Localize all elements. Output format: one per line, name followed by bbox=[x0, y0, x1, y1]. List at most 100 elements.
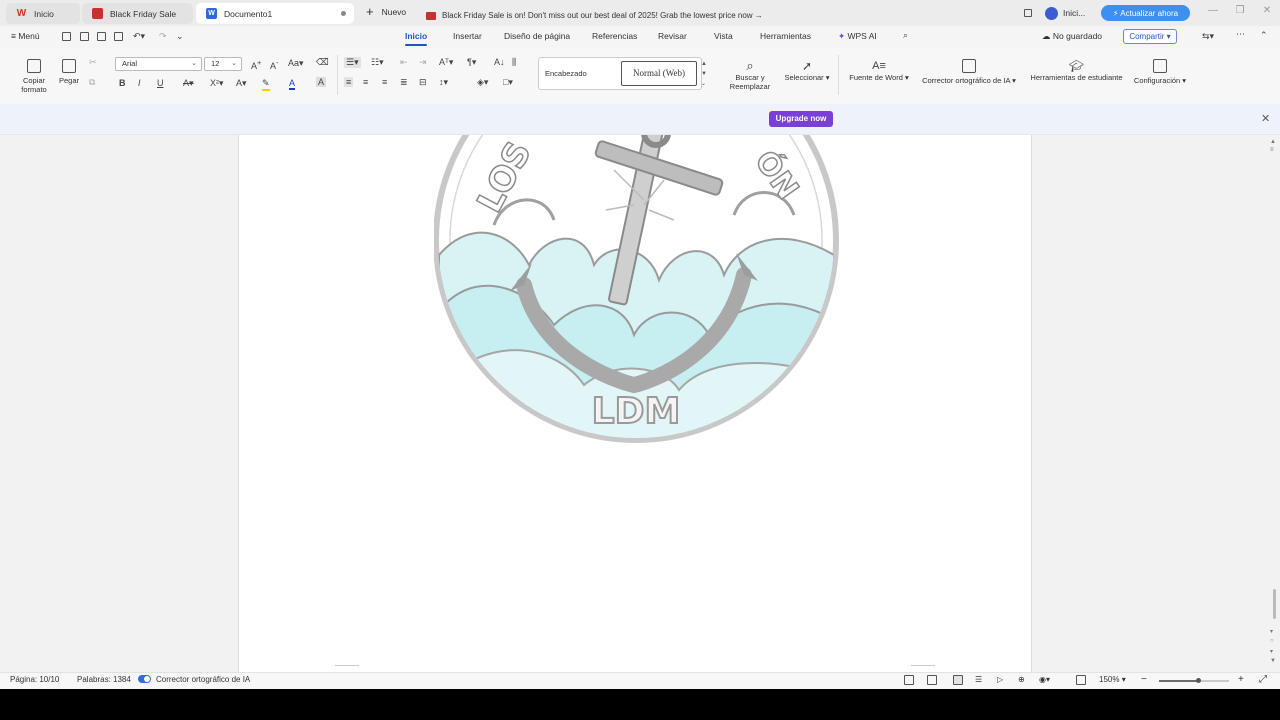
text-effect-icon[interactable]: A▾ bbox=[236, 78, 247, 89]
style-heading[interactable]: Encabezado bbox=[545, 69, 587, 78]
tab-inicio-ribbon[interactable]: Inicio bbox=[405, 31, 428, 46]
align-right-icon[interactable]: ≡ bbox=[382, 77, 387, 87]
line-spacing-text-icon[interactable]: Aᵀ▾ bbox=[439, 57, 453, 68]
undo-icon[interactable]: ↶▾ bbox=[133, 31, 145, 42]
export-icon[interactable] bbox=[80, 32, 89, 41]
select-button[interactable]: ➚ Seleccionar ▾ bbox=[782, 59, 832, 82]
font-family-select[interactable]: Arial ⌄ bbox=[115, 57, 202, 71]
share-button[interactable]: Compartir ▾ bbox=[1123, 29, 1177, 44]
browse-object-icon[interactable]: ○ bbox=[1270, 638, 1274, 644]
distributed-icon[interactable]: ⊟ bbox=[419, 77, 427, 88]
save-icon[interactable] bbox=[62, 32, 71, 41]
settings-button[interactable]: Configuración ▾ bbox=[1130, 59, 1190, 85]
redo-icon[interactable]: ↷ bbox=[159, 31, 167, 42]
scroll-up-icon[interactable]: ▲ bbox=[1270, 139, 1276, 145]
main-menu-button[interactable]: ≡ Menú bbox=[11, 31, 40, 41]
upgrade-now-top-button[interactable]: ⚡ Actualizar ahora bbox=[1101, 5, 1190, 21]
style-normal-web[interactable]: Normal (Web) bbox=[621, 61, 697, 86]
focus-mode-icon[interactable] bbox=[904, 675, 914, 685]
print-icon[interactable] bbox=[97, 32, 106, 41]
cut-icon[interactable]: ✂ bbox=[89, 57, 97, 68]
underline-button[interactable]: U bbox=[157, 78, 164, 88]
zoom-level[interactable]: 150% ▾ bbox=[1099, 675, 1126, 684]
more-quick-actions-icon[interactable]: ⌄ bbox=[176, 31, 184, 42]
ai-spell-toggle[interactable] bbox=[138, 675, 151, 683]
find-replace-button[interactable]: ⌕ Buscar y Reemplazar bbox=[726, 59, 774, 92]
align-left-icon[interactable]: ≡ bbox=[344, 77, 354, 87]
grow-font-icon[interactable]: A+ bbox=[251, 58, 261, 71]
collapse-layout-icon[interactable]: ⇆▾ bbox=[1202, 31, 1214, 42]
decrease-indent-icon[interactable]: ⇤ bbox=[400, 57, 408, 68]
scroll-down-icon[interactable]: ▼ bbox=[1270, 658, 1276, 664]
columns-icon[interactable]: ⫼ bbox=[512, 57, 516, 68]
close-banner-icon[interactable]: ✕ bbox=[1261, 112, 1270, 125]
superscript-icon[interactable]: X²▾ bbox=[210, 78, 224, 89]
read-mode-icon[interactable]: ▷ bbox=[997, 675, 1003, 684]
numbering-icon[interactable]: ☷▾ bbox=[371, 57, 384, 68]
vertical-scrollbar[interactable]: ▲ ≡ ▾ ○ ▾ ▼ bbox=[1268, 135, 1280, 672]
save-status[interactable]: ☁ No guardado bbox=[1042, 31, 1102, 42]
student-tools-button[interactable]: 🎓︎ Herramientas de estudiante bbox=[1026, 59, 1127, 82]
zoom-in-icon[interactable]: + bbox=[1238, 674, 1244, 685]
copy-format-button[interactable]: Copiar formato bbox=[18, 59, 50, 94]
font-color-icon[interactable]: A bbox=[289, 78, 296, 90]
tab-diseno-de-pagina[interactable]: Diseño de página bbox=[504, 31, 570, 41]
page-indicator[interactable]: Página: 10/10 bbox=[10, 675, 59, 684]
paste-button[interactable]: Pegar bbox=[55, 59, 83, 85]
tab-black-friday[interactable]: Black Friday Sale bbox=[82, 3, 193, 24]
ai-spell-check-button[interactable]: Corrector ortográfico de IA ▾ bbox=[916, 59, 1022, 85]
scroll-top-icon[interactable]: ≡ bbox=[1270, 147, 1274, 153]
search-icon[interactable]: ⌕ bbox=[903, 30, 908, 41]
bullets-icon[interactable]: ☰▾ bbox=[344, 57, 361, 68]
align-center-icon[interactable]: ≡ bbox=[363, 77, 368, 87]
borders-icon[interactable]: □▾ bbox=[503, 77, 513, 88]
tab-wps-ai[interactable]: ✦ WPS AI bbox=[838, 31, 877, 42]
tab-documento1[interactable]: W Documento1 bbox=[196, 3, 354, 24]
tab-revisar[interactable]: Revisar bbox=[658, 31, 687, 41]
unsaved-dot-icon[interactable] bbox=[341, 11, 346, 16]
document-page[interactable]: LOS ÓN LDM bbox=[238, 135, 1032, 672]
word-font-button[interactable]: A≡ Fuente de Word ▾ bbox=[846, 59, 912, 82]
word-count[interactable]: Palabras: 1384 bbox=[77, 675, 131, 684]
tab-vista[interactable]: Vista bbox=[714, 31, 733, 41]
tab-insertar[interactable]: Insertar bbox=[453, 31, 482, 41]
new-tab-button[interactable]: + Nuevo bbox=[366, 5, 406, 18]
shading-icon[interactable]: ◈▾ bbox=[477, 77, 488, 88]
zoom-slider-knob[interactable] bbox=[1195, 678, 1201, 683]
tab-referencias[interactable]: Referencias bbox=[592, 31, 637, 41]
paragraph-mark-icon[interactable]: ¶▾ bbox=[467, 57, 476, 68]
minimize-icon[interactable]: — bbox=[1203, 5, 1223, 21]
increase-indent-icon[interactable]: ⇥ bbox=[419, 57, 427, 68]
char-shading-icon[interactable]: A bbox=[316, 77, 327, 87]
upgrade-now-button[interactable]: Upgrade now bbox=[769, 111, 833, 127]
close-window-icon[interactable]: ✕ bbox=[1257, 5, 1277, 21]
line-spacing-icon[interactable]: ↕▾ bbox=[439, 77, 448, 88]
tab-inicio[interactable]: W Inicio bbox=[6, 3, 80, 24]
document-canvas[interactable]: LOS ÓN LDM ▲ ≡ ▾ ○ ▾ ▼ bbox=[0, 135, 1280, 672]
prev-page-icon[interactable]: ▾ bbox=[1270, 628, 1273, 635]
bold-button[interactable]: B bbox=[119, 78, 126, 88]
collapse-ribbon-icon[interactable]: ⌃ bbox=[1260, 30, 1268, 41]
page-layout-icon[interactable] bbox=[927, 675, 937, 685]
styles-scroll-icon[interactable]: ▲ ▼ ⌄ bbox=[701, 59, 707, 89]
zoom-out-icon[interactable]: − bbox=[1141, 674, 1147, 685]
print-preview-icon[interactable] bbox=[114, 32, 123, 41]
highlight-icon[interactable]: ✎ bbox=[262, 78, 270, 91]
print-layout-view-icon[interactable] bbox=[953, 675, 963, 685]
eye-protection-icon[interactable]: ◉▾ bbox=[1039, 675, 1050, 684]
justify-icon[interactable]: ≣ bbox=[400, 77, 408, 88]
window-layout-icon[interactable] bbox=[1024, 5, 1034, 21]
change-case-icon[interactable]: Aa▾ bbox=[288, 58, 304, 69]
tab-herramientas[interactable]: Herramientas bbox=[760, 31, 811, 41]
italic-button[interactable]: I bbox=[138, 78, 141, 88]
next-page-icon[interactable]: ▾ bbox=[1270, 648, 1273, 655]
strikethrough-icon[interactable]: A▾ bbox=[183, 78, 194, 89]
copy-icon[interactable]: ⧉ bbox=[89, 77, 95, 88]
fullscreen-icon[interactable]: ⤢ bbox=[1259, 674, 1267, 685]
zoom-slider[interactable] bbox=[1159, 678, 1229, 683]
outline-view-icon[interactable]: ☰ bbox=[975, 675, 982, 684]
user-account-button[interactable]: Inici... bbox=[1045, 5, 1085, 21]
fit-page-icon[interactable] bbox=[1076, 675, 1086, 685]
web-layout-icon[interactable]: ⊕ bbox=[1018, 675, 1025, 684]
sort-icon[interactable]: A↓ bbox=[494, 57, 505, 67]
